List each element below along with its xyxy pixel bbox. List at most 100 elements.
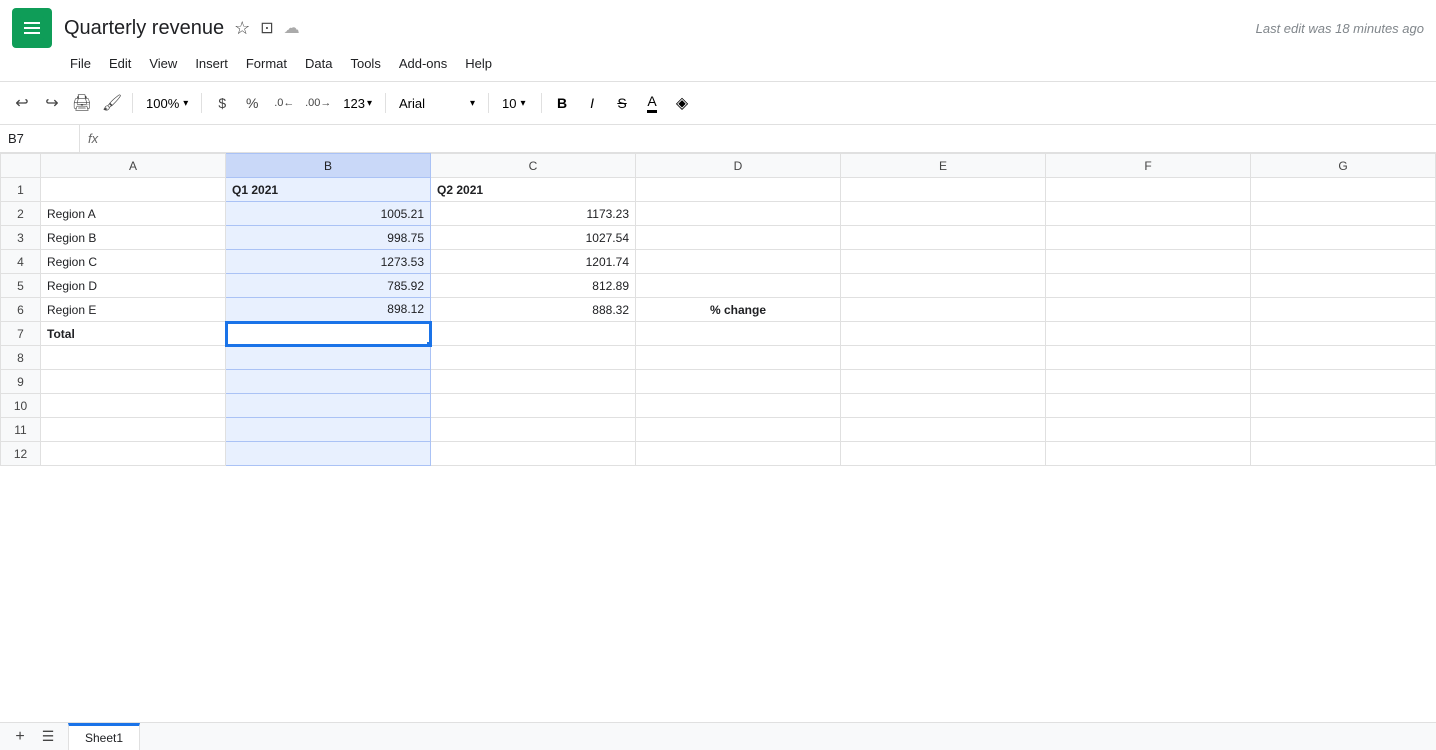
cell-D2[interactable] (636, 202, 841, 226)
cell-B4[interactable]: 1273.53 (226, 250, 431, 274)
cell-G5[interactable] (1251, 274, 1436, 298)
cell-F1[interactable] (1046, 178, 1251, 202)
col-header-D[interactable]: D (636, 154, 841, 178)
cell-C7[interactable] (431, 322, 636, 346)
cell-B1[interactable]: Q1 2021 (226, 178, 431, 202)
sheet-tab-sheet1[interactable]: Sheet1 (68, 723, 140, 750)
cell-C5[interactable]: 812.89 (431, 274, 636, 298)
cell-B12[interactable] (226, 442, 431, 466)
decimal-more-button[interactable]: .00→ (302, 89, 334, 117)
cell-F10[interactable] (1046, 394, 1251, 418)
cell-D5[interactable] (636, 274, 841, 298)
cell-E8[interactable] (841, 346, 1046, 370)
cell-D10[interactable] (636, 394, 841, 418)
text-color-button[interactable]: A (638, 89, 666, 117)
cell-A10[interactable] (41, 394, 226, 418)
cell-G11[interactable] (1251, 418, 1436, 442)
cell-G12[interactable] (1251, 442, 1436, 466)
col-header-B[interactable]: B (226, 154, 431, 178)
cell-G6[interactable] (1251, 298, 1436, 322)
redo-button[interactable]: ↪ (38, 89, 66, 117)
formula-input[interactable] (106, 131, 1436, 146)
row-header-10[interactable]: 10 (1, 394, 41, 418)
italic-button[interactable]: I (578, 89, 606, 117)
col-header-C[interactable]: C (431, 154, 636, 178)
cell-E7[interactable] (841, 322, 1046, 346)
cell-G1[interactable] (1251, 178, 1436, 202)
menu-addons[interactable]: Add-ons (391, 52, 455, 75)
cell-F7[interactable] (1046, 322, 1251, 346)
cell-B10[interactable] (226, 394, 431, 418)
cell-A9[interactable] (41, 370, 226, 394)
cell-C12[interactable] (431, 442, 636, 466)
cell-G7[interactable] (1251, 322, 1436, 346)
cell-F8[interactable] (1046, 346, 1251, 370)
cell-G8[interactable] (1251, 346, 1436, 370)
cell-D8[interactable] (636, 346, 841, 370)
col-header-G[interactable]: G (1251, 154, 1436, 178)
row-header-11[interactable]: 11 (1, 418, 41, 442)
cell-D6[interactable]: % change (636, 298, 841, 322)
more-formats-selector[interactable]: 123 ▾ (336, 93, 379, 114)
cell-F6[interactable] (1046, 298, 1251, 322)
row-header-6[interactable]: 6 (1, 298, 41, 322)
cell-C10[interactable] (431, 394, 636, 418)
cell-A4[interactable]: Region C (41, 250, 226, 274)
cell-E1[interactable] (841, 178, 1046, 202)
cell-D12[interactable] (636, 442, 841, 466)
cell-F3[interactable] (1046, 226, 1251, 250)
cell-E4[interactable] (841, 250, 1046, 274)
cell-G2[interactable] (1251, 202, 1436, 226)
cell-C6[interactable]: 888.32 (431, 298, 636, 322)
print-button[interactable]: 🖨 (68, 89, 96, 117)
cell-A12[interactable] (41, 442, 226, 466)
cell-E5[interactable] (841, 274, 1046, 298)
cell-C11[interactable] (431, 418, 636, 442)
currency-button[interactable]: $ (208, 89, 236, 117)
cell-B8[interactable] (226, 346, 431, 370)
cell-C2[interactable]: 1173.23 (431, 202, 636, 226)
cell-C9[interactable] (431, 370, 636, 394)
row-header-1[interactable]: 1 (1, 178, 41, 202)
menu-format[interactable]: Format (238, 52, 295, 75)
cell-C3[interactable]: 1027.54 (431, 226, 636, 250)
document-title[interactable]: Quarterly revenue (64, 17, 224, 40)
cell-B7[interactable] (226, 322, 431, 346)
cell-F2[interactable] (1046, 202, 1251, 226)
cell-G9[interactable] (1251, 370, 1436, 394)
cell-A1[interactable] (41, 178, 226, 202)
cell-E3[interactable] (841, 226, 1046, 250)
cell-A11[interactable] (41, 418, 226, 442)
row-header-9[interactable]: 9 (1, 370, 41, 394)
cell-E10[interactable] (841, 394, 1046, 418)
col-header-A[interactable]: A (41, 154, 226, 178)
row-header-7[interactable]: 7 (1, 322, 41, 346)
cell-E11[interactable] (841, 418, 1046, 442)
cell-D1[interactable] (636, 178, 841, 202)
menu-data[interactable]: Data (297, 52, 340, 75)
cell-B11[interactable] (226, 418, 431, 442)
cell-B9[interactable] (226, 370, 431, 394)
decimal-less-button[interactable]: .0← (268, 89, 300, 117)
menu-file[interactable]: File (62, 52, 99, 75)
font-size-selector[interactable]: 10 ▾ (495, 93, 535, 114)
cell-A7[interactable]: Total (41, 322, 226, 346)
cell-G3[interactable] (1251, 226, 1436, 250)
cell-B3[interactable]: 998.75 (226, 226, 431, 250)
cell-A2[interactable]: Region A (41, 202, 226, 226)
cell-D9[interactable] (636, 370, 841, 394)
cell-D3[interactable] (636, 226, 841, 250)
row-header-8[interactable]: 8 (1, 346, 41, 370)
cell-A5[interactable]: Region D (41, 274, 226, 298)
row-header-3[interactable]: 3 (1, 226, 41, 250)
col-header-F[interactable]: F (1046, 154, 1251, 178)
folder-icon[interactable]: ⊡ (260, 18, 273, 38)
cell-B6[interactable]: 898.12 (226, 298, 431, 322)
row-header-5[interactable]: 5 (1, 274, 41, 298)
menu-tools[interactable]: Tools (342, 52, 388, 75)
cell-B2[interactable]: 1005.21 (226, 202, 431, 226)
menu-help[interactable]: Help (457, 52, 500, 75)
bold-button[interactable]: B (548, 89, 576, 117)
cell-C4[interactable]: 1201.74 (431, 250, 636, 274)
row-header-2[interactable]: 2 (1, 202, 41, 226)
